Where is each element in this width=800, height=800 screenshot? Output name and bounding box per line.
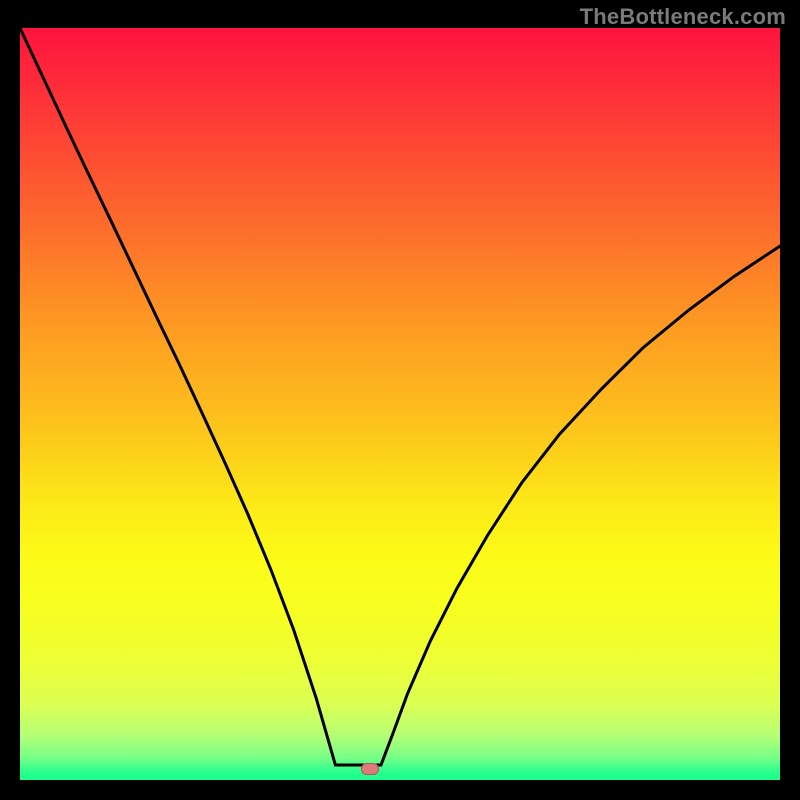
bottleneck-curve <box>20 28 780 765</box>
curve-layer <box>20 28 780 780</box>
watermark-label: TheBottleneck.com <box>580 4 786 30</box>
plot-area <box>20 28 780 780</box>
minimum-marker <box>361 763 379 775</box>
chart-container: TheBottleneck.com <box>0 0 800 800</box>
